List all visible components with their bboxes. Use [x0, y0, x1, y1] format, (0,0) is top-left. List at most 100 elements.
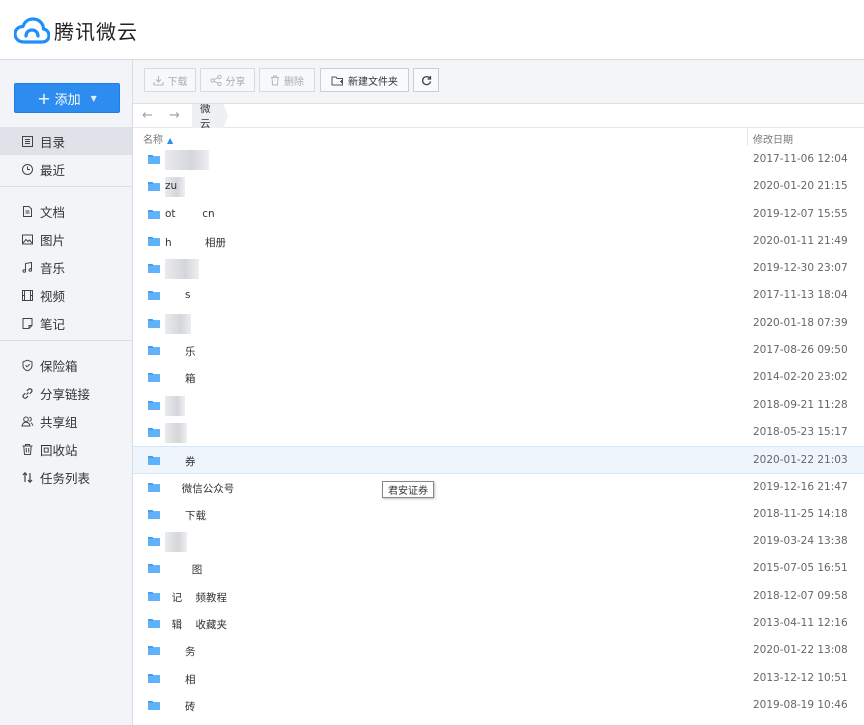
- file-name[interactable]: zu: [165, 180, 177, 192]
- table-row[interactable]: ot cn 2019-12-07 15:55: [133, 201, 864, 228]
- app-logo[interactable]: 腾讯微云: [14, 16, 138, 45]
- sidebar-item-note[interactable]: 笔记: [0, 309, 132, 337]
- column-name-label: 名称: [143, 135, 163, 146]
- cloud-logo-icon: [14, 16, 50, 44]
- modified-date: 2017-08-26 09:50: [753, 344, 848, 357]
- table-row[interactable]: 图 2015-07-05 16:51: [133, 555, 864, 582]
- sidebar-item-music[interactable]: 音乐: [0, 253, 132, 281]
- file-name[interactable]: 记 频教程: [165, 590, 227, 605]
- sidebar-item-group[interactable]: 共享组: [0, 407, 132, 435]
- file-name[interactable]: 图: [165, 562, 203, 577]
- modified-date: 2019-08-19 10:46: [753, 698, 848, 711]
- file-name[interactable]: 辑 收藏夹: [165, 617, 227, 632]
- chevron-down-icon: ▼: [90, 93, 97, 103]
- table-row[interactable]: 2019-12-30 23:07: [133, 255, 864, 282]
- add-button[interactable]: + 添加 ▼: [14, 83, 120, 113]
- modified-date: 2014-02-20 23:02: [753, 371, 848, 384]
- table-row[interactable]: 乐 2017-08-26 09:50: [133, 337, 864, 364]
- table-row[interactable]: 记 频教程 2018-12-07 09:58: [133, 583, 864, 610]
- file-name[interactable]: 乐: [165, 344, 196, 359]
- file-name[interactable]: 券: [165, 454, 196, 469]
- video-icon: [20, 288, 34, 302]
- sidebar-item-document[interactable]: 文档: [0, 197, 132, 225]
- file-list: 2017-11-06 12:04 zu 2020-01-20 21:15 ot cn 2…: [133, 146, 864, 719]
- table-row[interactable]: h 相册 2020-01-11 21:49: [133, 228, 864, 255]
- folder-icon: [148, 263, 160, 274]
- sidebar-item-trash[interactable]: 回收站: [0, 435, 132, 463]
- file-name[interactable]: ot cn: [165, 208, 215, 220]
- new-folder-button[interactable]: 新建文件夹: [320, 68, 409, 92]
- table-row[interactable]: 2019-03-24 13:38: [133, 528, 864, 555]
- plus-icon: +: [37, 88, 51, 108]
- file-name[interactable]: 务: [165, 644, 196, 659]
- folder-icon: [148, 345, 160, 356]
- table-row[interactable]: 2017-11-06 12:04: [133, 146, 864, 173]
- app-title: 腾讯微云: [54, 20, 138, 44]
- refresh-button[interactable]: [413, 68, 439, 92]
- sidebar-item-list[interactable]: 目录: [0, 127, 132, 155]
- delete-button[interactable]: 删除: [259, 68, 315, 92]
- share-button[interactable]: 分享: [200, 68, 255, 92]
- table-row[interactable]: 箱 2014-02-20 23:02: [133, 364, 864, 391]
- table-row[interactable]: 2018-05-23 15:17: [133, 419, 864, 446]
- sidebar-item-link[interactable]: 分享链接: [0, 379, 132, 407]
- redacted-name: [165, 259, 199, 280]
- folder-icon: [148, 482, 160, 492]
- folder-icon: [148, 509, 160, 519]
- file-name[interactable]: h 相册: [165, 235, 226, 250]
- table-row[interactable]: 下载 2018-11-25 14:18: [133, 501, 864, 528]
- image-icon: [20, 232, 34, 246]
- document-icon: [20, 204, 34, 218]
- column-divider[interactable]: [747, 128, 748, 146]
- file-name[interactable]: s: [165, 289, 190, 301]
- folder-icon: [148, 181, 160, 192]
- file-name[interactable]: 下载: [165, 508, 206, 523]
- table-row[interactable]: zu 2020-01-20 21:15: [133, 173, 864, 200]
- sidebar-item-clock[interactable]: 最近: [0, 155, 132, 183]
- forward-arrow-icon[interactable]: →: [169, 108, 180, 123]
- sidebar-item-label: 最近: [40, 162, 66, 178]
- table-row[interactable]: 辑 收藏夹 2013-04-11 12:16: [133, 610, 864, 637]
- file-name[interactable]: 微信公众号: [165, 481, 235, 496]
- breadcrumb-label: 微云: [200, 103, 211, 130]
- table-row[interactable]: 2018-09-21 11:28: [133, 392, 864, 419]
- modified-date: 2017-11-13 18:04: [753, 289, 848, 302]
- sidebar-item-shield[interactable]: 保险箱: [0, 351, 132, 379]
- modified-date: 2015-07-05 16:51: [753, 562, 848, 575]
- file-name[interactable]: 砖: [165, 699, 196, 714]
- sidebar-item-transfer[interactable]: 任务列表: [0, 463, 132, 491]
- toolbar: 下载 分享 删除 新建文件夹: [133, 60, 864, 104]
- list-header: 名称 ▲ 修改日期: [133, 128, 864, 146]
- file-name[interactable]: 相: [165, 672, 196, 687]
- column-header-name[interactable]: 名称 ▲: [143, 131, 173, 146]
- file-name[interactable]: 箱: [165, 371, 196, 386]
- download-button[interactable]: 下载: [144, 68, 196, 92]
- table-row[interactable]: 2020-01-18 07:39: [133, 310, 864, 337]
- table-row[interactable]: 券 2020-01-22 21:03: [133, 446, 864, 474]
- folder-icon: [148, 455, 160, 466]
- breadcrumb-item-root[interactable]: 微云: [192, 104, 228, 128]
- table-row[interactable]: 相 2013-12-12 10:51: [133, 665, 864, 692]
- table-row[interactable]: 砖 2019-08-19 10:46: [133, 692, 864, 719]
- transfer-icon: [20, 470, 34, 484]
- table-row[interactable]: 微信公众号 2019-12-16 21:47: [133, 474, 864, 501]
- back-arrow-icon[interactable]: ←: [142, 108, 153, 123]
- redacted-name: [165, 150, 209, 170]
- folder-icon: [148, 209, 160, 219]
- new-folder-label: 新建文件夹: [348, 76, 398, 88]
- sidebar-item-image[interactable]: 图片: [0, 225, 132, 253]
- modified-date: 2020-01-22 21:03: [753, 454, 848, 467]
- table-row[interactable]: 务 2020-01-22 13:08: [133, 637, 864, 664]
- sidebar-item-label: 音乐: [40, 260, 66, 276]
- list-icon: [20, 134, 34, 148]
- tooltip: 君安证券: [382, 481, 434, 498]
- redacted-name: [165, 532, 187, 553]
- nav-divider: [0, 340, 132, 341]
- folder-icon: [148, 372, 160, 383]
- modified-date: 2017-11-06 12:04: [753, 153, 848, 165]
- folder-icon: [148, 400, 160, 410]
- sidebar-item-video[interactable]: 视频: [0, 281, 132, 309]
- modified-date: 2018-09-21 11:28: [753, 398, 848, 411]
- table-row[interactable]: s 2017-11-13 18:04: [133, 282, 864, 309]
- column-header-date[interactable]: 修改日期: [753, 131, 793, 146]
